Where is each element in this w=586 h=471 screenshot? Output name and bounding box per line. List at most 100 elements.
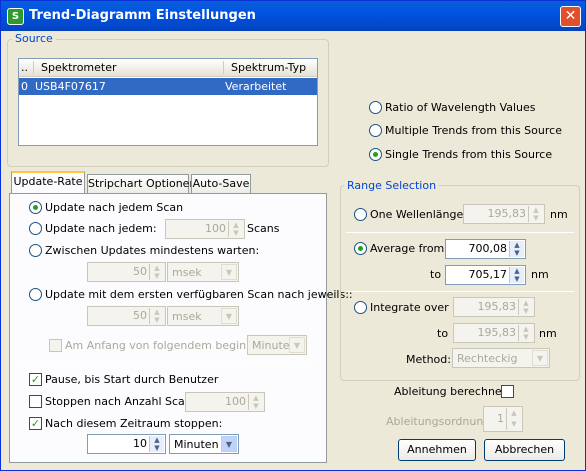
radio-update-each-scan[interactable] <box>29 201 42 214</box>
integrate-to-unit: nm <box>539 327 557 340</box>
radio-one-wavelength[interactable] <box>354 208 367 221</box>
spinner-arrows-icon[interactable]: ▲ ▼ <box>509 267 524 283</box>
min-wait-unit: msek <box>172 266 202 279</box>
stop-time-label[interactable]: Nach diesem Zeitraum stoppen: <box>45 417 222 430</box>
stop-time-spinner[interactable]: 10 ▲ ▼ <box>87 434 166 454</box>
radio-single-trends[interactable] <box>369 148 382 161</box>
stop-scans-spinner[interactable]: 100 ▲ ▼ <box>185 392 265 412</box>
start-at-checkbox[interactable] <box>49 339 62 352</box>
every-scans-value: 100 <box>205 222 226 235</box>
table-row[interactable]: 0 USB4F07617 Verarbeitet <box>19 78 317 95</box>
chevron-down-icon[interactable]: ▼ <box>532 350 548 366</box>
radio-update-every-label[interactable]: Update nach jedem: <box>45 222 157 235</box>
cancel-button[interactable]: Abbrechen <box>484 439 565 461</box>
pause-checkbox[interactable]: ✓ <box>29 373 42 386</box>
row-spektrometer: USB4F07617 <box>35 80 106 93</box>
min-wait-spinner[interactable]: 50 ▲ ▼ <box>87 262 166 282</box>
average-to-spinner[interactable]: 705,17 ▲ ▼ <box>445 265 526 285</box>
chevron-down-icon[interactable]: ▼ <box>221 308 237 324</box>
stop-time-value: 10 <box>133 437 147 450</box>
title-bar: S Trend-Diagramm Einstellungen ✕ <box>1 1 585 31</box>
chevron-down-icon[interactable]: ▼ <box>289 337 305 353</box>
derivative-label: Ableitung berechnen: <box>394 385 513 398</box>
first-available-unit-select[interactable]: msek ▼ <box>167 306 239 326</box>
start-at-label: Am Anfang von folgendem beginnen: <box>65 339 271 352</box>
spinner-arrows-icon[interactable]: ▲ ▼ <box>518 325 533 341</box>
row-spektrum-typ: Verarbeitet <box>225 80 287 93</box>
app-icon: S <box>7 8 24 25</box>
first-available-unit: msek <box>172 310 202 323</box>
radio-integrate-over-label[interactable]: Integrate over <box>370 301 449 314</box>
one-wavelength-unit: nm <box>550 208 568 221</box>
divider <box>346 232 574 233</box>
radio-multiple-trends[interactable] <box>369 124 382 137</box>
spinner-arrows-icon[interactable]: ▲ ▼ <box>149 436 164 452</box>
method-select[interactable]: Rechteckig ▼ <box>452 348 550 368</box>
spinner-arrows-icon[interactable]: ▲ ▼ <box>149 264 164 280</box>
radio-ratio-label[interactable]: Ratio of Wavelength Values <box>385 101 536 114</box>
source-table[interactable]: .. Spektrometer Spektrum-Typ 0 USB4F0761… <box>18 58 318 146</box>
stop-scans-label[interactable]: Stoppen nach Anzahl Scans: <box>45 395 201 408</box>
column-divider <box>33 61 34 74</box>
tab-auto-save[interactable]: Auto-Save <box>191 174 251 194</box>
start-at-unit-select[interactable]: Minute ▼ <box>247 335 307 355</box>
spinner-arrows-icon[interactable]: ▲ ▼ <box>228 221 243 237</box>
derivative-order-label: Ableitungsordnung: <box>386 415 495 428</box>
radio-single-trends-label[interactable]: Single Trends from this Source <box>385 148 552 161</box>
stop-scans-checkbox[interactable] <box>29 395 42 408</box>
radio-min-wait[interactable] <box>29 244 42 257</box>
radio-first-available[interactable] <box>29 288 42 301</box>
tab-update-rate[interactable]: Update-Rate <box>11 171 85 194</box>
first-available-spinner[interactable]: 50 ▲ ▼ <box>87 306 166 326</box>
table-header: .. Spektrometer Spektrum-Typ <box>19 59 317 77</box>
spinner-arrows-icon[interactable]: ▲ ▼ <box>506 408 521 430</box>
spinner-arrows-icon[interactable]: ▲ ▼ <box>248 394 263 410</box>
radio-multiple-trends-label[interactable]: Multiple Trends from this Source <box>385 124 562 137</box>
stop-time-unit-select[interactable]: Minuten ▼ <box>169 434 239 454</box>
column-header-spektrum-typ[interactable]: Spektrum-Typ <box>231 61 306 74</box>
integrate-from-spinner[interactable]: 195,83 ▲ ▼ <box>453 297 535 317</box>
average-to-unit: nm <box>531 268 549 281</box>
radio-average-from[interactable] <box>354 242 367 255</box>
divider <box>17 364 317 365</box>
average-from-spinner[interactable]: 700,08 ▲ ▼ <box>445 239 526 259</box>
accept-button[interactable]: Annehmen <box>398 439 476 461</box>
radio-update-every[interactable] <box>29 222 42 235</box>
pause-label[interactable]: Pause, bis Start durch Benutzer <box>45 373 218 386</box>
chevron-down-icon[interactable]: ▼ <box>221 264 237 280</box>
every-scans-spinner[interactable]: 100 ▲ ▼ <box>165 219 245 239</box>
settings-dialog: S Trend-Diagramm Einstellungen ✕ Source … <box>0 0 586 471</box>
divider <box>346 291 574 292</box>
spinner-arrows-icon[interactable]: ▲ ▼ <box>509 241 524 257</box>
stop-time-checkbox[interactable]: ✓ <box>29 417 42 430</box>
chevron-down-icon[interactable]: ▼ <box>221 436 237 452</box>
integrate-to-spinner[interactable]: 195,83 ▲ ▼ <box>453 323 535 343</box>
check-icon: ✓ <box>30 417 41 430</box>
method-label: Method: <box>406 353 451 366</box>
derivative-order-spinner[interactable]: 1 ▲ ▼ <box>483 406 523 432</box>
radio-average-from-label[interactable]: Average from <box>370 242 444 255</box>
average-to-value: 705,17 <box>468 268 508 281</box>
min-wait-unit-select[interactable]: msek ▼ <box>167 262 239 282</box>
one-wavelength-spinner[interactable]: 195,83 ▲ ▼ <box>463 204 545 224</box>
spinner-arrows-icon[interactable]: ▲ ▼ <box>149 308 164 324</box>
radio-one-wavelength-label[interactable]: One Wellenlänge: <box>370 208 467 221</box>
one-wavelength-value: 195,83 <box>487 207 527 220</box>
close-icon[interactable]: ✕ <box>560 6 581 27</box>
stop-scans-value: 100 <box>225 395 246 408</box>
radio-update-each-scan-label[interactable]: Update nach jedem Scan <box>45 201 183 214</box>
derivative-order-value: 1 <box>497 412 504 425</box>
column-header-spektrometer[interactable]: Spektrometer <box>41 61 117 74</box>
derivative-checkbox[interactable] <box>501 385 514 398</box>
column-header-index[interactable]: .. <box>21 61 28 74</box>
radio-first-available-label[interactable]: Update mit dem ersten verfügbaren Scan n… <box>45 288 353 301</box>
tab-stripchart-optionen[interactable]: Stripchart Optionen <box>87 174 196 194</box>
first-available-value: 50 <box>133 309 147 322</box>
spinner-arrows-icon[interactable]: ▲ ▼ <box>518 299 533 315</box>
radio-integrate-over[interactable] <box>354 301 367 314</box>
every-scans-unit: Scans <box>247 222 280 235</box>
integrate-to-label: to <box>437 327 449 340</box>
radio-ratio[interactable] <box>369 101 382 114</box>
radio-min-wait-label[interactable]: Zwischen Updates mindestens warten: <box>45 244 259 257</box>
spinner-arrows-icon[interactable]: ▲ ▼ <box>528 206 543 222</box>
